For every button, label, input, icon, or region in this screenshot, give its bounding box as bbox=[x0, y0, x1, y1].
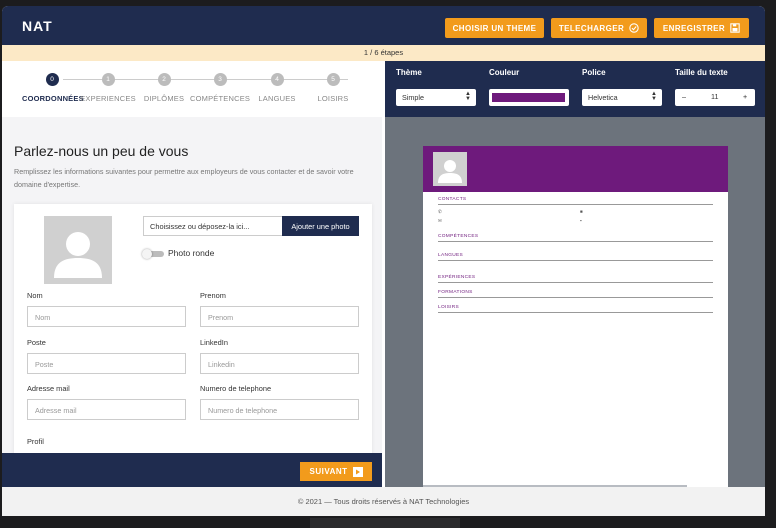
font-select[interactable]: Helvetica ▲ ▼ bbox=[582, 89, 662, 106]
cv-preview: CONTACTS ✆ ✉ ■ ▪ COMPÉTENCES LANGUES EXP… bbox=[423, 146, 728, 487]
cv-section-formations: FORMATIONS bbox=[438, 290, 713, 298]
text-size-label: Taille du texte bbox=[675, 68, 728, 77]
user-placeholder-icon bbox=[54, 232, 102, 278]
round-photo-toggle[interactable] bbox=[142, 249, 164, 259]
color-swatch bbox=[492, 93, 565, 102]
sort-arrows-icon: ▲ ▼ bbox=[465, 91, 471, 102]
arrow-right-icon bbox=[352, 466, 363, 477]
linkedin-icon: ▪ bbox=[580, 218, 582, 223]
poste-label: Poste bbox=[27, 338, 46, 347]
email-label: Adresse mail bbox=[27, 384, 70, 393]
avatar bbox=[44, 216, 112, 284]
step-coordonnees[interactable]: 0 COORDONNÉES bbox=[22, 73, 84, 103]
form-card: Choisissez ou déposez-la ici... Ajouter … bbox=[14, 204, 372, 487]
cv-section-contacts: CONTACTS bbox=[438, 197, 713, 205]
cv-section-loisirs: LOISIRS bbox=[438, 305, 713, 313]
top-navbar: NAT CHOISIR UN THEME TELECHARGER ENREGIS… bbox=[2, 6, 765, 45]
app-window: NAT CHOISIR UN THEME TELECHARGER ENREGIS… bbox=[2, 6, 765, 516]
color-label: Couleur bbox=[489, 68, 520, 77]
cv-section-langues: LANGUES bbox=[438, 253, 713, 261]
form-description: Remplissez les informations suivantes po… bbox=[14, 167, 354, 189]
next-button[interactable]: SUIVANT bbox=[300, 462, 372, 481]
photo-file-input[interactable]: Choisissez ou déposez-la ici... bbox=[143, 216, 283, 236]
user-placeholder-icon bbox=[438, 160, 462, 183]
page-footer: © 2021 — Tous droits réservés à NAT Tech… bbox=[2, 487, 765, 516]
form-panel: 0 COORDONNÉES 1 EXPERIENCES 2 DIPLÔMES 3… bbox=[2, 61, 382, 487]
choose-theme-button[interactable]: CHOISIR UN THEME bbox=[445, 18, 544, 38]
download-button[interactable]: TELECHARGER bbox=[551, 18, 647, 38]
sort-arrows-icon: ▲ ▼ bbox=[651, 91, 657, 102]
laptop-bezel bbox=[310, 518, 460, 528]
form-footer-bar: SUIVANT bbox=[2, 453, 382, 487]
phone-label: Numero de telephone bbox=[200, 384, 272, 393]
font-label: Police bbox=[582, 68, 606, 77]
nat-logo[interactable]: NAT bbox=[22, 18, 53, 34]
form-title: Parlez-nous un peu de vous bbox=[14, 143, 189, 159]
email-field[interactable]: Adresse mail bbox=[27, 399, 186, 420]
linkedin-field[interactable]: Linkedin bbox=[200, 353, 359, 374]
add-photo-button[interactable]: Ajouter une photo bbox=[282, 216, 359, 236]
nom-label: Nom bbox=[27, 291, 43, 300]
poste-field[interactable]: Poste bbox=[27, 353, 186, 374]
cv-section-competences: COMPÉTENCES bbox=[438, 234, 713, 242]
theme-select[interactable]: Simple ▲ ▼ bbox=[396, 89, 476, 106]
text-size-value[interactable]: 11 bbox=[711, 92, 718, 101]
briefcase-icon: ■ bbox=[580, 209, 583, 214]
save-button[interactable]: ENREGISTRER bbox=[654, 18, 749, 38]
color-picker[interactable] bbox=[489, 89, 569, 106]
increase-size-button[interactable]: + bbox=[743, 92, 747, 101]
preview-panel: Thème Simple ▲ ▼ Couleur Police Helvetica… bbox=[385, 61, 765, 487]
check-circle-icon bbox=[629, 23, 639, 33]
round-photo-label: Photo ronde bbox=[168, 248, 215, 258]
text-size-stepper: – 11 + bbox=[675, 89, 755, 106]
style-toolbar: Thème Simple ▲ ▼ Couleur Police Helvetica… bbox=[385, 61, 765, 117]
save-icon bbox=[730, 23, 740, 33]
phone-icon: ✆ bbox=[438, 209, 442, 214]
cv-header bbox=[423, 146, 728, 192]
progress-indicator: 1 / 6 étapes bbox=[2, 45, 765, 61]
cv-photo bbox=[433, 152, 467, 186]
step-langues[interactable]: 4 LANGUES bbox=[247, 73, 307, 103]
theme-label: Thème bbox=[396, 68, 422, 77]
step-diplomes[interactable]: 2 DIPLÔMES bbox=[134, 73, 194, 103]
linkedin-label: LinkedIn bbox=[200, 338, 228, 347]
step-loisirs[interactable]: 5 LOISIRS bbox=[303, 73, 363, 103]
step-competences[interactable]: 3 COMPÉTENCES bbox=[190, 73, 250, 103]
profil-label: Profil bbox=[27, 437, 44, 446]
decrease-size-button[interactable]: – bbox=[682, 92, 686, 101]
step-experiences[interactable]: 1 EXPERIENCES bbox=[78, 73, 138, 103]
stepper: 0 COORDONNÉES 1 EXPERIENCES 2 DIPLÔMES 3… bbox=[2, 61, 382, 117]
mail-icon: ✉ bbox=[438, 218, 442, 223]
phone-field[interactable]: Numero de telephone bbox=[200, 399, 359, 420]
prenom-field[interactable]: Prenom bbox=[200, 306, 359, 327]
prenom-label: Prenom bbox=[200, 291, 226, 300]
cv-section-experiences: EXPÉRIENCES bbox=[438, 275, 713, 283]
nom-field[interactable]: Nom bbox=[27, 306, 186, 327]
